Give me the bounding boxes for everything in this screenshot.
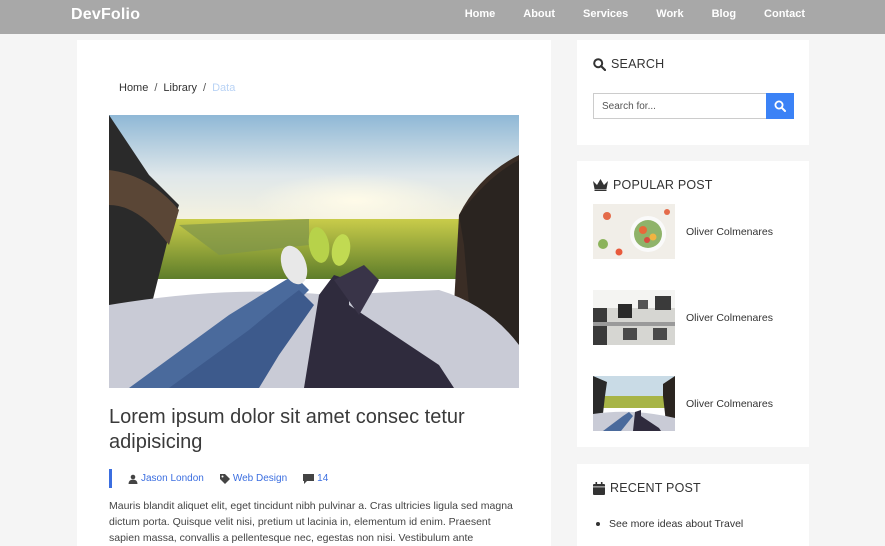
breadcrumb: Home / Library / Data (119, 82, 235, 94)
nav-work[interactable]: Work (656, 8, 683, 20)
post-body: Mauris blandit aliquet elit, eget tincid… (109, 500, 513, 544)
tag-icon (219, 473, 230, 484)
brand-logo[interactable]: DevFolio (71, 6, 140, 24)
nav-links: Home About Services Work Blog Contact (437, 8, 805, 20)
post-hero-image (109, 115, 519, 388)
navbar: DevFolio Home About Services Work Blog C… (0, 0, 885, 34)
post-category[interactable]: Web Design (219, 473, 288, 484)
post-title: Lorem ipsum dolor sit amet consec tetur … (109, 406, 465, 453)
office-image[interactable] (593, 290, 675, 345)
salad-image[interactable] (593, 204, 675, 259)
popular-post-item[interactable]: Oliver Colmenares (593, 290, 773, 345)
crown-icon (593, 179, 608, 191)
popular-post-item[interactable]: Oliver Colmenares (593, 376, 773, 431)
recent-post-link[interactable]: See more ideas about Travel (609, 518, 743, 530)
nav-home[interactable]: Home (465, 8, 496, 20)
recent-title-text: RECENT POST (610, 481, 701, 495)
popular-widget-title: POPULAR POST (593, 178, 713, 192)
nav-contact[interactable]: Contact (764, 8, 805, 20)
breadcrumb-home[interactable]: Home (119, 82, 148, 94)
search-widget-title: SEARCH (593, 57, 664, 71)
recent-post-item[interactable]: See more ideas about Travel (593, 518, 743, 530)
search-icon (774, 100, 786, 112)
post-card: Home / Library / Data Lorem ipsum dolor … (77, 40, 551, 546)
search-input[interactable] (593, 93, 766, 119)
post-comments[interactable]: 14 (303, 473, 328, 484)
breadcrumb-active: Data (212, 82, 236, 94)
breadcrumb-library[interactable]: Library (163, 82, 197, 94)
bullet (596, 522, 600, 526)
calendar-icon (593, 481, 605, 495)
car-trunk-image[interactable] (593, 376, 675, 431)
popular-post-name[interactable]: Oliver Colmenares (686, 312, 773, 324)
search-box (593, 93, 794, 119)
search-button[interactable] (766, 93, 794, 119)
nav-services[interactable]: Services (583, 8, 628, 20)
popular-post-widget: POPULAR POST Oliver Colmenares Oliver Co… (577, 161, 809, 447)
user-icon (128, 474, 138, 484)
search-widget: SEARCH (577, 40, 809, 145)
comment-icon (303, 473, 315, 484)
breadcrumb-separator: / (203, 82, 207, 94)
nav-about[interactable]: About (523, 8, 555, 20)
post-author[interactable]: Jason London (128, 473, 204, 484)
popular-title-text: POPULAR POST (613, 178, 713, 192)
search-title-text: SEARCH (611, 57, 665, 71)
breadcrumb-separator: / (154, 82, 158, 94)
author-name: Jason London (141, 473, 204, 484)
recent-widget-title: RECENT POST (593, 481, 701, 495)
recent-post-list: See more ideas about Travel (593, 518, 743, 530)
nav-blog[interactable]: Blog (712, 8, 736, 20)
category-name: Web Design (232, 473, 288, 484)
post-meta: Jason London Web Design 14 (109, 469, 344, 488)
comment-count: 14 (317, 473, 329, 484)
popular-post-item[interactable]: Oliver Colmenares (593, 204, 773, 259)
search-icon (593, 57, 606, 71)
recent-post-widget: RECENT POST See more ideas about Travel (577, 464, 809, 546)
popular-post-name[interactable]: Oliver Colmenares (686, 398, 773, 410)
popular-post-name[interactable]: Oliver Colmenares (686, 226, 773, 238)
